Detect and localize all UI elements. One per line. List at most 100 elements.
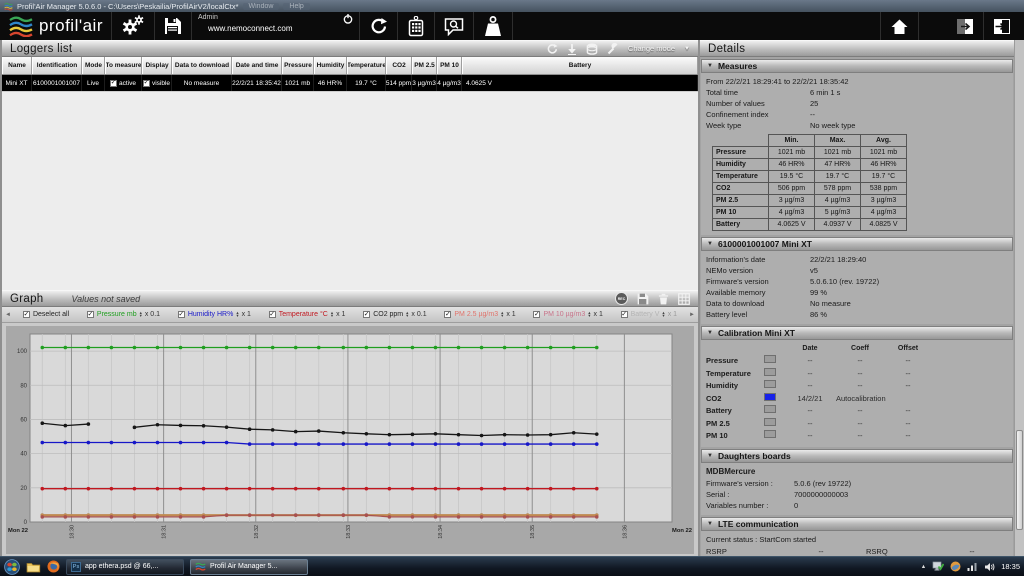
stepper-down-icon[interactable]: ▾ (501, 315, 503, 317)
tray-clock[interactable]: 18:35 (1001, 562, 1020, 571)
graph-table-view-button[interactable] (678, 293, 690, 305)
calibration-color-swatch[interactable] (764, 405, 776, 413)
chart-canvas[interactable]: 02040608010018:3018:3118:3218:3318:3418:… (6, 326, 694, 554)
details-scrollbar[interactable] (1014, 40, 1024, 556)
section-daughters-header[interactable]: ▼ Daughters boards (701, 449, 1013, 463)
column-header-battery[interactable]: Battery (462, 57, 698, 74)
signal-strength-icon[interactable] (967, 562, 978, 571)
stepper-down-icon[interactable]: ▾ (406, 315, 408, 317)
refresh-button[interactable] (360, 12, 398, 40)
window-titlebar[interactable]: Profil'Air Manager 5.0.6.0 - C:\Users\Pe… (0, 0, 1024, 12)
column-header-pm-2-5[interactable]: PM 2.5 (412, 57, 437, 74)
home-button[interactable] (880, 12, 919, 40)
menu-help[interactable]: Help (283, 3, 309, 10)
checkbox-pressure-mb[interactable]: ✓ (87, 311, 94, 318)
change-mode-caret-icon[interactable]: ▼ (684, 46, 690, 52)
section-device-header[interactable]: ▼ 6100001001007 Mini XT (701, 237, 1013, 251)
menu-window[interactable]: Window (243, 3, 280, 10)
calibration-color-swatch[interactable] (764, 355, 776, 363)
column-header-to-measure[interactable]: To measure (105, 57, 142, 74)
toggles-scroll-right-button[interactable]: ► (689, 312, 695, 318)
save-button[interactable] (155, 12, 192, 40)
checkbox-deselect-all[interactable]: ✓ (23, 311, 30, 318)
checkbox-visible[interactable]: ✓ (143, 80, 150, 87)
exit-app-button[interactable] (984, 12, 1020, 40)
column-header-mode[interactable]: Mode (82, 57, 105, 74)
column-header-name[interactable]: Name (2, 57, 32, 74)
graph-save-button[interactable] (637, 293, 649, 305)
volume-icon[interactable] (984, 562, 995, 572)
toggle-co2-ppm[interactable]: ✓CO2 ppm▴▾x 0.1 (363, 311, 426, 318)
device-keypad-button[interactable] (398, 12, 435, 40)
section-measures-header[interactable]: ▼ Measures (701, 59, 1013, 73)
logger-row[interactable]: Mini XT6100001001007Live✓active✓visibleN… (2, 75, 698, 91)
toggles-scroll-left-button[interactable]: ◄ (5, 312, 11, 318)
checkbox-co2-ppm[interactable]: ✓ (363, 311, 370, 318)
logout-button[interactable] (343, 14, 353, 24)
loggers-download-button[interactable] (567, 43, 577, 55)
column-header-identification[interactable]: Identification (32, 57, 82, 74)
column-header-pressure[interactable]: Pressure (282, 57, 314, 74)
column-header-temperature[interactable]: Temperature (347, 57, 386, 74)
tray-expand-icon[interactable]: ▲ (921, 564, 926, 570)
tray-app-icon[interactable] (950, 561, 961, 572)
checkbox-temperature-c[interactable]: ✓ (269, 311, 276, 318)
graph-delete-button[interactable] (658, 293, 669, 305)
series-point-temperature-c-x1 (225, 487, 229, 491)
change-mode-dropdown[interactable]: Change mode (628, 44, 675, 53)
stepper-down-icon[interactable]: ▾ (588, 315, 590, 317)
multiplier-stepper-pressure-mb[interactable]: ▴▾ (140, 312, 142, 316)
stepper-down-icon[interactable]: ▾ (662, 315, 664, 317)
column-header-date-and-time[interactable]: Date and time (232, 57, 282, 74)
calibration-color-swatch[interactable] (764, 418, 776, 426)
checkbox-humidity-hr[interactable]: ✓ (178, 311, 185, 318)
multiplier-stepper-humidity-hr[interactable]: ▴▾ (236, 312, 238, 316)
logout-session-button[interactable] (947, 12, 984, 40)
loggers-database-button[interactable] (586, 43, 598, 55)
search-dialog-button[interactable] (435, 12, 474, 40)
toggle-deselect-all[interactable]: ✓Deselect all (23, 311, 69, 318)
column-header-data-to-download[interactable]: Data to download (172, 57, 232, 74)
checkbox-pm-10-g-m3[interactable]: ✓ (533, 311, 540, 318)
stepper-down-icon[interactable]: ▾ (331, 315, 333, 317)
column-header-humidity[interactable]: Humidity (314, 57, 347, 74)
explorer-button[interactable] (26, 561, 41, 573)
checkbox-active[interactable]: ✓ (110, 80, 117, 87)
scrollbar-thumb[interactable] (1016, 430, 1023, 530)
task-profilair[interactable]: Profil Air Manager 5... (190, 559, 308, 575)
multiplier-stepper-temperature-c[interactable]: ▴▾ (331, 312, 333, 316)
checkbox-pm-2-5-g-m3[interactable]: ✓ (444, 311, 451, 318)
start-button[interactable] (4, 559, 20, 575)
multiplier-stepper-battery-v[interactable]: ▴▾ (662, 312, 664, 316)
toggle-pm-10-g-m3[interactable]: ✓PM 10 µg/m3▴▾x 1 (533, 311, 602, 318)
calibration-color-swatch[interactable] (764, 393, 776, 401)
settings-button[interactable] (112, 12, 155, 40)
checkbox-battery-v[interactable]: ✓ (621, 311, 628, 318)
site-link[interactable]: www.nemoconnect.com (208, 24, 353, 33)
loggers-refresh-button[interactable] (546, 43, 558, 55)
calibration-color-swatch[interactable] (764, 368, 776, 376)
weight-calibration-button[interactable] (474, 12, 513, 40)
firefox-button[interactable] (47, 560, 60, 573)
calibration-color-swatch[interactable] (764, 430, 776, 438)
column-header-display[interactable]: Display (142, 57, 172, 74)
calibration-color-swatch[interactable] (764, 380, 776, 388)
record-button[interactable]: REC (615, 292, 628, 305)
toggle-humidity-hr[interactable]: ✓Humidity HR%▴▾x 1 (178, 311, 251, 318)
toggle-temperature-c[interactable]: ✓Temperature °C▴▾x 1 (269, 311, 346, 318)
stepper-down-icon[interactable]: ▾ (236, 315, 238, 317)
toggle-pm-2-5-g-m3[interactable]: ✓PM 2.5 µg/m3▴▾x 1 (444, 311, 515, 318)
toggle-battery-v[interactable]: ✓Battery V▴▾x 1 (621, 311, 677, 318)
column-header-pm-10[interactable]: PM 10 (437, 57, 462, 74)
stepper-down-icon[interactable]: ▾ (140, 315, 142, 317)
multiplier-stepper-pm-10-g-m3[interactable]: ▴▾ (588, 312, 590, 316)
task-photoshop[interactable]: Ps app ethera.psd @ 66,... (66, 559, 184, 575)
section-calibration-header[interactable]: ▼ Calibration Mini XT (701, 326, 1013, 340)
multiplier-stepper-co2-ppm[interactable]: ▴▾ (406, 312, 408, 316)
column-header-co2[interactable]: CO2 (386, 57, 412, 74)
network-status-icon[interactable] (932, 561, 944, 572)
multiplier-stepper-pm-2-5-g-m3[interactable]: ▴▾ (501, 312, 503, 316)
loggers-configure-button[interactable] (607, 43, 619, 55)
toggle-pressure-mb[interactable]: ✓Pressure mb▴▾x 0.1 (87, 311, 160, 318)
section-lte-header[interactable]: ▼ LTE communication (701, 517, 1013, 531)
